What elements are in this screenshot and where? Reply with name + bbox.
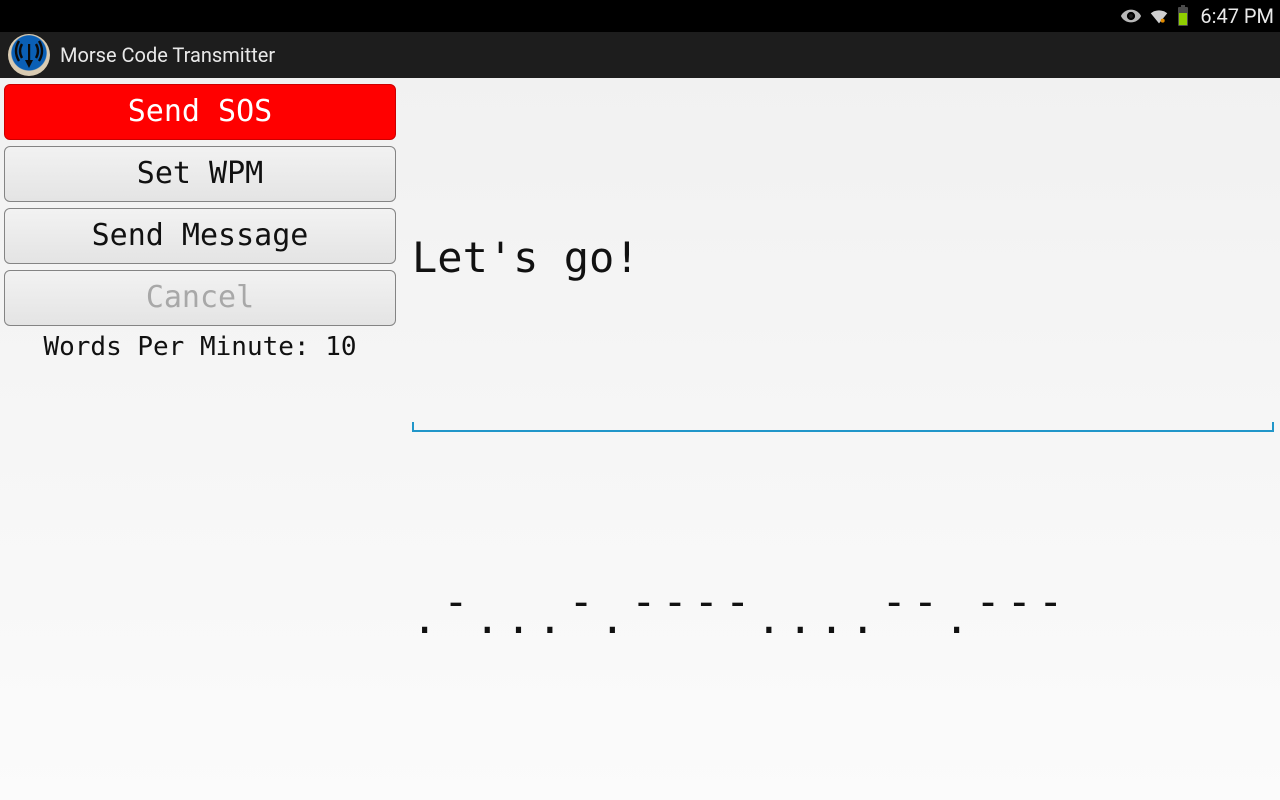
send-message-button[interactable]: Send Message xyxy=(4,208,396,264)
output-column: Let's go! .-...-.----....--.--- xyxy=(400,78,1280,800)
main-content: Send SOS Set WPM Send Message Cancel Wor… xyxy=(0,78,1280,800)
wpm-label: Words Per Minute: 10 xyxy=(4,332,396,362)
cancel-button[interactable]: Cancel xyxy=(4,270,396,326)
controls-column: Send SOS Set WPM Send Message Cancel Wor… xyxy=(0,78,400,800)
battery-icon xyxy=(1176,5,1190,27)
message-input-text: Let's go! xyxy=(412,233,640,282)
status-clock: 6:47 PM xyxy=(1200,4,1274,28)
eye-icon xyxy=(1120,5,1142,27)
wifi-icon xyxy=(1148,5,1170,27)
message-input[interactable]: Let's go! xyxy=(412,78,1274,432)
set-wpm-button[interactable]: Set WPM xyxy=(4,146,396,202)
app-title: Morse Code Transmitter xyxy=(60,43,275,67)
input-underline xyxy=(412,430,1274,432)
morse-output: .-...-.----....--.--- xyxy=(412,598,1069,640)
android-status-bar: 6:47 PM xyxy=(0,0,1280,32)
app-icon xyxy=(8,34,50,76)
send-sos-button[interactable]: Send SOS xyxy=(4,84,396,140)
app-title-bar: Morse Code Transmitter xyxy=(0,32,1280,78)
